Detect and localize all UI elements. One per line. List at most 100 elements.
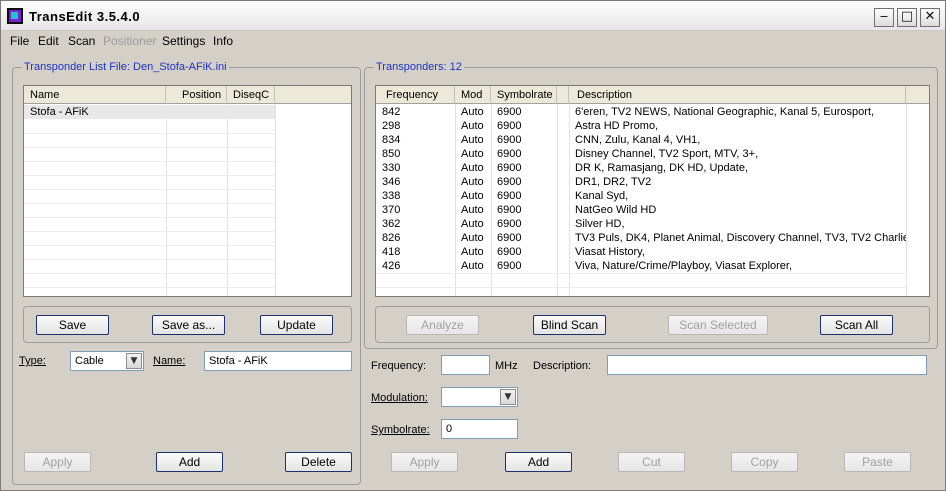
right-apply-button[interactable]: Apply	[391, 452, 458, 472]
row-description: CNN, Zulu, Kanal 4, VH1,	[575, 134, 701, 146]
row-description: NatGeo Wild HD	[575, 204, 657, 216]
title-bar[interactable]: TransEdit 3.5.4.0 ‒ □ ✕	[1, 1, 945, 31]
name-label: Name:	[153, 355, 186, 367]
copy-button[interactable]: Copy	[731, 452, 798, 472]
app-window: TransEdit 3.5.4.0 ‒ □ ✕ File Edit Scan P…	[0, 0, 946, 491]
transponders-table[interactable]: Frequency Mod Symbolrate Description 842…	[375, 85, 930, 297]
table-row[interactable]: 842 Auto 6900 6'eren, TV2 NEWS, National…	[376, 105, 906, 119]
row-frequency: 834	[382, 134, 401, 146]
row-symbolrate: 6900	[497, 246, 522, 258]
table-row[interactable]: Stofa - AFiK	[24, 105, 275, 119]
column-description[interactable]: Description	[569, 86, 906, 104]
row-frequency: 330	[382, 162, 401, 174]
row-symbolrate: 6900	[497, 120, 522, 132]
update-button[interactable]: Update	[260, 315, 333, 335]
row-mod: Auto	[461, 148, 484, 160]
scan-selected-button[interactable]: Scan Selected	[668, 315, 768, 335]
row-name: Stofa - AFiK	[30, 106, 89, 118]
row-mod: Auto	[461, 120, 484, 132]
table-row[interactable]: 330 Auto 6900 DR K, Ramasjang, DK HD, Up…	[376, 161, 906, 175]
row-frequency: 850	[382, 148, 401, 160]
transponders-table-header: Frequency Mod Symbolrate Description	[376, 86, 929, 104]
blind-scan-button[interactable]: Blind Scan	[533, 315, 606, 335]
menu-edit[interactable]: Edit	[38, 34, 59, 48]
frequency-unit: MHz	[495, 360, 518, 372]
column-symbolrate[interactable]: Symbolrate	[491, 86, 557, 104]
modulation-label: Modulation:	[371, 392, 428, 404]
left-delete-button[interactable]: Delete	[285, 452, 352, 472]
left-add-button[interactable]: Add	[156, 452, 223, 472]
table-row[interactable]: 426 Auto 6900 Viva, Nature/Crime/Playboy…	[376, 259, 906, 273]
row-frequency: 362	[382, 218, 401, 230]
menu-settings[interactable]: Settings	[162, 34, 205, 48]
table-row[interactable]: 418 Auto 6900 Viasat History,	[376, 245, 906, 259]
column-name[interactable]: Name	[24, 86, 166, 104]
column-position[interactable]: Position	[166, 86, 227, 104]
symbolrate-label: Symbolrate:	[371, 424, 430, 436]
row-mod: Auto	[461, 106, 484, 118]
app-icon	[7, 8, 23, 24]
table-row[interactable]: 338 Auto 6900 Kanal Syd,	[376, 189, 906, 203]
menu-scan[interactable]: Scan	[68, 34, 95, 48]
row-description: DR K, Ramasjang, DK HD, Update,	[575, 162, 749, 174]
table-row[interactable]: 298 Auto 6900 Astra HD Promo,	[376, 119, 906, 133]
left-apply-button[interactable]: Apply	[24, 452, 91, 472]
row-symbolrate: 6900	[497, 148, 522, 160]
analyze-button[interactable]: Analyze	[406, 315, 479, 335]
transponder-list-file-title: Transponder List File: Den_Stofa-AFiK.in…	[22, 61, 229, 73]
row-mod: Auto	[461, 162, 484, 174]
row-diseqc	[227, 105, 275, 119]
row-description: Kanal Syd,	[575, 190, 629, 202]
right-add-button[interactable]: Add	[505, 452, 572, 472]
row-description: Viasat History,	[575, 246, 645, 258]
cut-button[interactable]: Cut	[618, 452, 685, 472]
window-title: TransEdit 3.5.4.0	[29, 9, 141, 24]
chevron-down-icon[interactable]: ▼	[126, 353, 142, 369]
symbolrate-input[interactable]: 0	[441, 419, 518, 439]
row-frequency: 426	[382, 260, 401, 272]
chevron-down-icon[interactable]: ▼	[500, 389, 516, 405]
row-frequency: 370	[382, 204, 401, 216]
save-as-button[interactable]: Save as...	[152, 315, 225, 335]
menu-info[interactable]: Info	[213, 34, 233, 48]
row-mod: Auto	[461, 190, 484, 202]
row-mod: Auto	[461, 134, 484, 146]
row-symbolrate: 6900	[497, 232, 522, 244]
table-row[interactable]: 826 Auto 6900 TV3 Puls, DK4, Planet Anim…	[376, 231, 906, 245]
description-input[interactable]	[607, 355, 927, 375]
scan-all-button[interactable]: Scan All	[820, 315, 893, 335]
table-row[interactable]: 346 Auto 6900 DR1, DR2, TV2	[376, 175, 906, 189]
row-description: Viva, Nature/Crime/Playboy, Viasat Explo…	[575, 260, 793, 272]
column-frequency[interactable]: Frequency	[376, 86, 455, 104]
name-input[interactable]: Stofa - AFiK	[204, 351, 352, 371]
table-row[interactable]: 850 Auto 6900 Disney Channel, TV2 Sport,…	[376, 147, 906, 161]
table-row[interactable]: 834 Auto 6900 CNN, Zulu, Kanal 4, VH1,	[376, 133, 906, 147]
menu-file[interactable]: File	[10, 34, 29, 48]
column-blank[interactable]	[557, 86, 569, 104]
table-row[interactable]: 370 Auto 6900 NatGeo Wild HD	[376, 203, 906, 217]
row-description: TV3 Puls, DK4, Planet Animal, Discovery …	[575, 232, 906, 244]
row-frequency: 338	[382, 190, 401, 202]
row-symbolrate: 6900	[497, 106, 522, 118]
row-mod: Auto	[461, 246, 484, 258]
maximize-button[interactable]: □	[897, 8, 917, 27]
save-button[interactable]: Save	[36, 315, 109, 335]
row-description: Silver HD,	[575, 218, 625, 230]
column-diseqc[interactable]: DiseqC	[227, 86, 275, 104]
frequency-input[interactable]	[441, 355, 490, 375]
close-button[interactable]: ✕	[920, 8, 940, 27]
row-symbolrate: 6900	[497, 204, 522, 216]
row-mod: Auto	[461, 176, 484, 188]
paste-button[interactable]: Paste	[844, 452, 911, 472]
row-description: DR1, DR2, TV2	[575, 176, 652, 188]
table-row[interactable]: 362 Auto 6900 Silver HD,	[376, 217, 906, 231]
transponder-list-table[interactable]: Name Position DiseqC Stofa - AFiK	[23, 85, 352, 297]
row-symbolrate: 6900	[497, 190, 522, 202]
modulation-select[interactable]: ▼	[441, 387, 518, 407]
row-symbolrate: 6900	[497, 260, 522, 272]
row-position	[166, 105, 227, 119]
row-mod: Auto	[461, 218, 484, 230]
type-select[interactable]: Cable ▼	[70, 351, 144, 371]
minimize-button[interactable]: ‒	[874, 8, 894, 27]
column-mod[interactable]: Mod	[455, 86, 491, 104]
